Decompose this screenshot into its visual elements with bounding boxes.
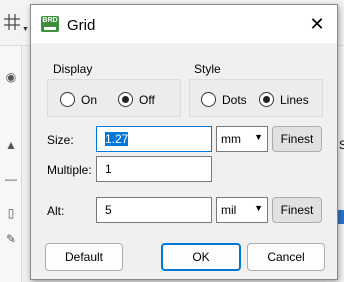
- alt-unit-select[interactable]: mil ▼: [216, 197, 268, 223]
- size-unit-select[interactable]: mm ▼: [216, 126, 268, 152]
- size-value: 1.27: [105, 132, 129, 146]
- alt-value: 5: [105, 203, 112, 217]
- radio-label-dots: Dots: [222, 92, 247, 107]
- grid-icon[interactable]: [4, 14, 20, 30]
- size-unit-value: mm: [221, 132, 241, 146]
- title-bar: BRD Grid ✕: [31, 5, 337, 43]
- radio-checked-icon: [118, 92, 133, 107]
- app-icon: BRD: [41, 16, 59, 32]
- radio-unchecked-icon: [60, 92, 75, 107]
- eye-icon[interactable]: ◉: [4, 70, 18, 84]
- dialog-title: Grid: [67, 17, 96, 34]
- grid-dialog: BRD Grid ✕ Display On Off Style Dots Lin…: [30, 4, 338, 280]
- ok-button[interactable]: OK: [161, 243, 241, 271]
- size-label: Size:: [47, 133, 74, 147]
- close-icon[interactable]: ✕: [307, 14, 327, 34]
- style-label: Style: [194, 62, 221, 76]
- background-text: S: [339, 138, 344, 152]
- multiple-input[interactable]: 1: [96, 156, 212, 182]
- radio-checked-icon: [259, 92, 274, 107]
- display-label: Display: [53, 62, 93, 76]
- cancel-button[interactable]: Cancel: [247, 243, 325, 271]
- radio-label-on: On: [81, 92, 98, 107]
- chevron-down-icon: ▼: [254, 132, 263, 142]
- page-icon[interactable]: ▯: [4, 206, 18, 220]
- multiple-label: Multiple:: [47, 163, 92, 177]
- background-left-toolbar: ◉ ▲ — ▯ ✎: [0, 46, 22, 282]
- alt-label: Alt:: [47, 204, 65, 218]
- triangle-icon[interactable]: ▲: [4, 138, 18, 152]
- style-dots-radio[interactable]: Dots: [201, 92, 247, 107]
- chevron-down-icon: ▼: [254, 203, 263, 213]
- style-lines-radio[interactable]: Lines: [259, 92, 309, 107]
- wrench-icon[interactable]: ✎: [4, 232, 18, 246]
- radio-label-lines: Lines: [280, 92, 309, 107]
- alt-unit-value: mil: [221, 203, 237, 217]
- dropdown-arrow-icon[interactable]: ▼: [22, 26, 29, 33]
- size-input[interactable]: 1.27: [96, 126, 212, 152]
- radio-label-off: Off: [139, 92, 155, 107]
- multiple-value: 1: [105, 162, 112, 176]
- line-icon[interactable]: —: [4, 172, 18, 186]
- display-on-radio[interactable]: On: [60, 92, 97, 107]
- default-button[interactable]: Default: [45, 243, 123, 271]
- display-off-radio[interactable]: Off: [118, 92, 155, 107]
- radio-unchecked-icon: [201, 92, 216, 107]
- size-finest-button[interactable]: Finest: [272, 126, 322, 152]
- alt-input[interactable]: 5: [96, 197, 212, 223]
- alt-finest-button[interactable]: Finest: [272, 197, 322, 223]
